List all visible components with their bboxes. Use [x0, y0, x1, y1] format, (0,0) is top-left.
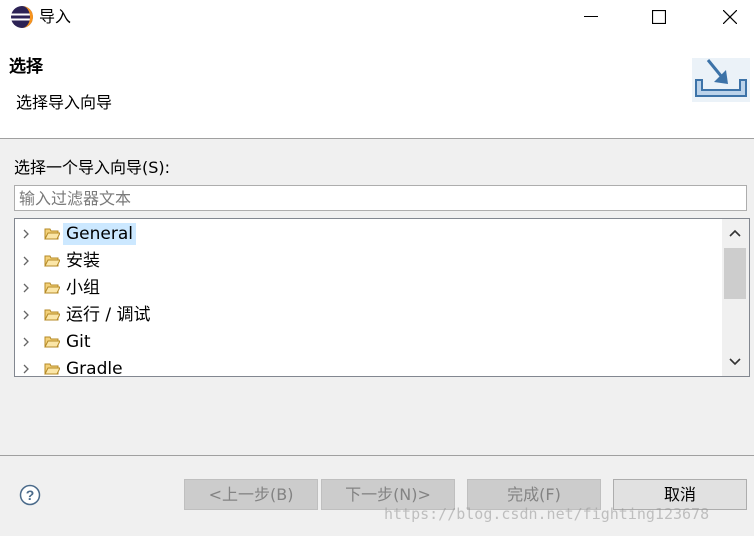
window-title: 导入	[39, 7, 72, 26]
wizard-list-label: 选择一个导入向导(S):	[14, 158, 171, 177]
wizard-header: 选择 选择导入向导	[0, 34, 754, 139]
tree-item-install[interactable]: 安装	[15, 247, 720, 274]
folder-icon	[44, 336, 60, 348]
tree-item-label[interactable]: 运行 / 调试	[63, 304, 154, 326]
minimize-icon	[584, 16, 598, 17]
scroll-up-button[interactable]	[722, 219, 749, 249]
page-description: 选择导入向导	[16, 93, 113, 112]
page-title: 选择	[9, 57, 43, 77]
maximize-icon	[652, 10, 666, 24]
vertical-scrollbar[interactable]	[722, 219, 749, 376]
tree-item-general[interactable]: General	[15, 220, 720, 247]
folder-icon	[44, 363, 60, 375]
help-icon[interactable]: ?	[19, 484, 41, 506]
tree-item-label[interactable]: Git	[63, 331, 94, 353]
tree-item-label[interactable]: Gradle	[63, 358, 126, 376]
svg-text:?: ?	[26, 487, 35, 503]
footer-divider	[0, 455, 754, 456]
filter-input[interactable]	[14, 185, 747, 211]
maximize-button[interactable]	[636, 0, 682, 34]
import-wizard-icon	[692, 58, 750, 102]
folder-icon	[44, 228, 60, 240]
close-button[interactable]	[707, 0, 753, 34]
chevron-right-icon[interactable]	[22, 337, 30, 347]
tree-item-label[interactable]: 安装	[63, 250, 103, 272]
tree-item-label[interactable]: General	[63, 223, 136, 245]
tree-item-team[interactable]: 小组	[15, 274, 720, 301]
back-button[interactable]: <上一步(B)	[184, 479, 318, 510]
wizard-tree[interactable]: General 安装 小组 运行 / 调试 Git Gradle	[14, 218, 750, 377]
folder-icon	[44, 309, 60, 321]
tree-item-gradle[interactable]: Gradle	[15, 355, 720, 376]
tree-item-git[interactable]: Git	[15, 328, 720, 355]
minimize-button[interactable]	[568, 0, 614, 34]
scroll-down-button[interactable]	[722, 348, 749, 376]
chevron-right-icon[interactable]	[22, 364, 30, 374]
tree-item-run-debug[interactable]: 运行 / 调试	[15, 301, 720, 328]
chevron-up-icon	[729, 229, 741, 237]
folder-icon	[44, 255, 60, 267]
chevron-right-icon[interactable]	[22, 310, 30, 320]
eclipse-app-icon	[11, 6, 33, 28]
watermark: https://blog.csdn.net/fighting123678	[384, 505, 710, 523]
title-bar: 导入	[0, 0, 754, 34]
folder-icon	[44, 282, 60, 294]
tree-item-label[interactable]: 小组	[63, 277, 103, 299]
chevron-down-icon	[729, 358, 741, 366]
close-icon	[723, 10, 737, 24]
scroll-thumb[interactable]	[724, 248, 746, 299]
chevron-right-icon[interactable]	[22, 256, 30, 266]
chevron-right-icon[interactable]	[22, 283, 30, 293]
chevron-right-icon[interactable]	[22, 229, 30, 239]
